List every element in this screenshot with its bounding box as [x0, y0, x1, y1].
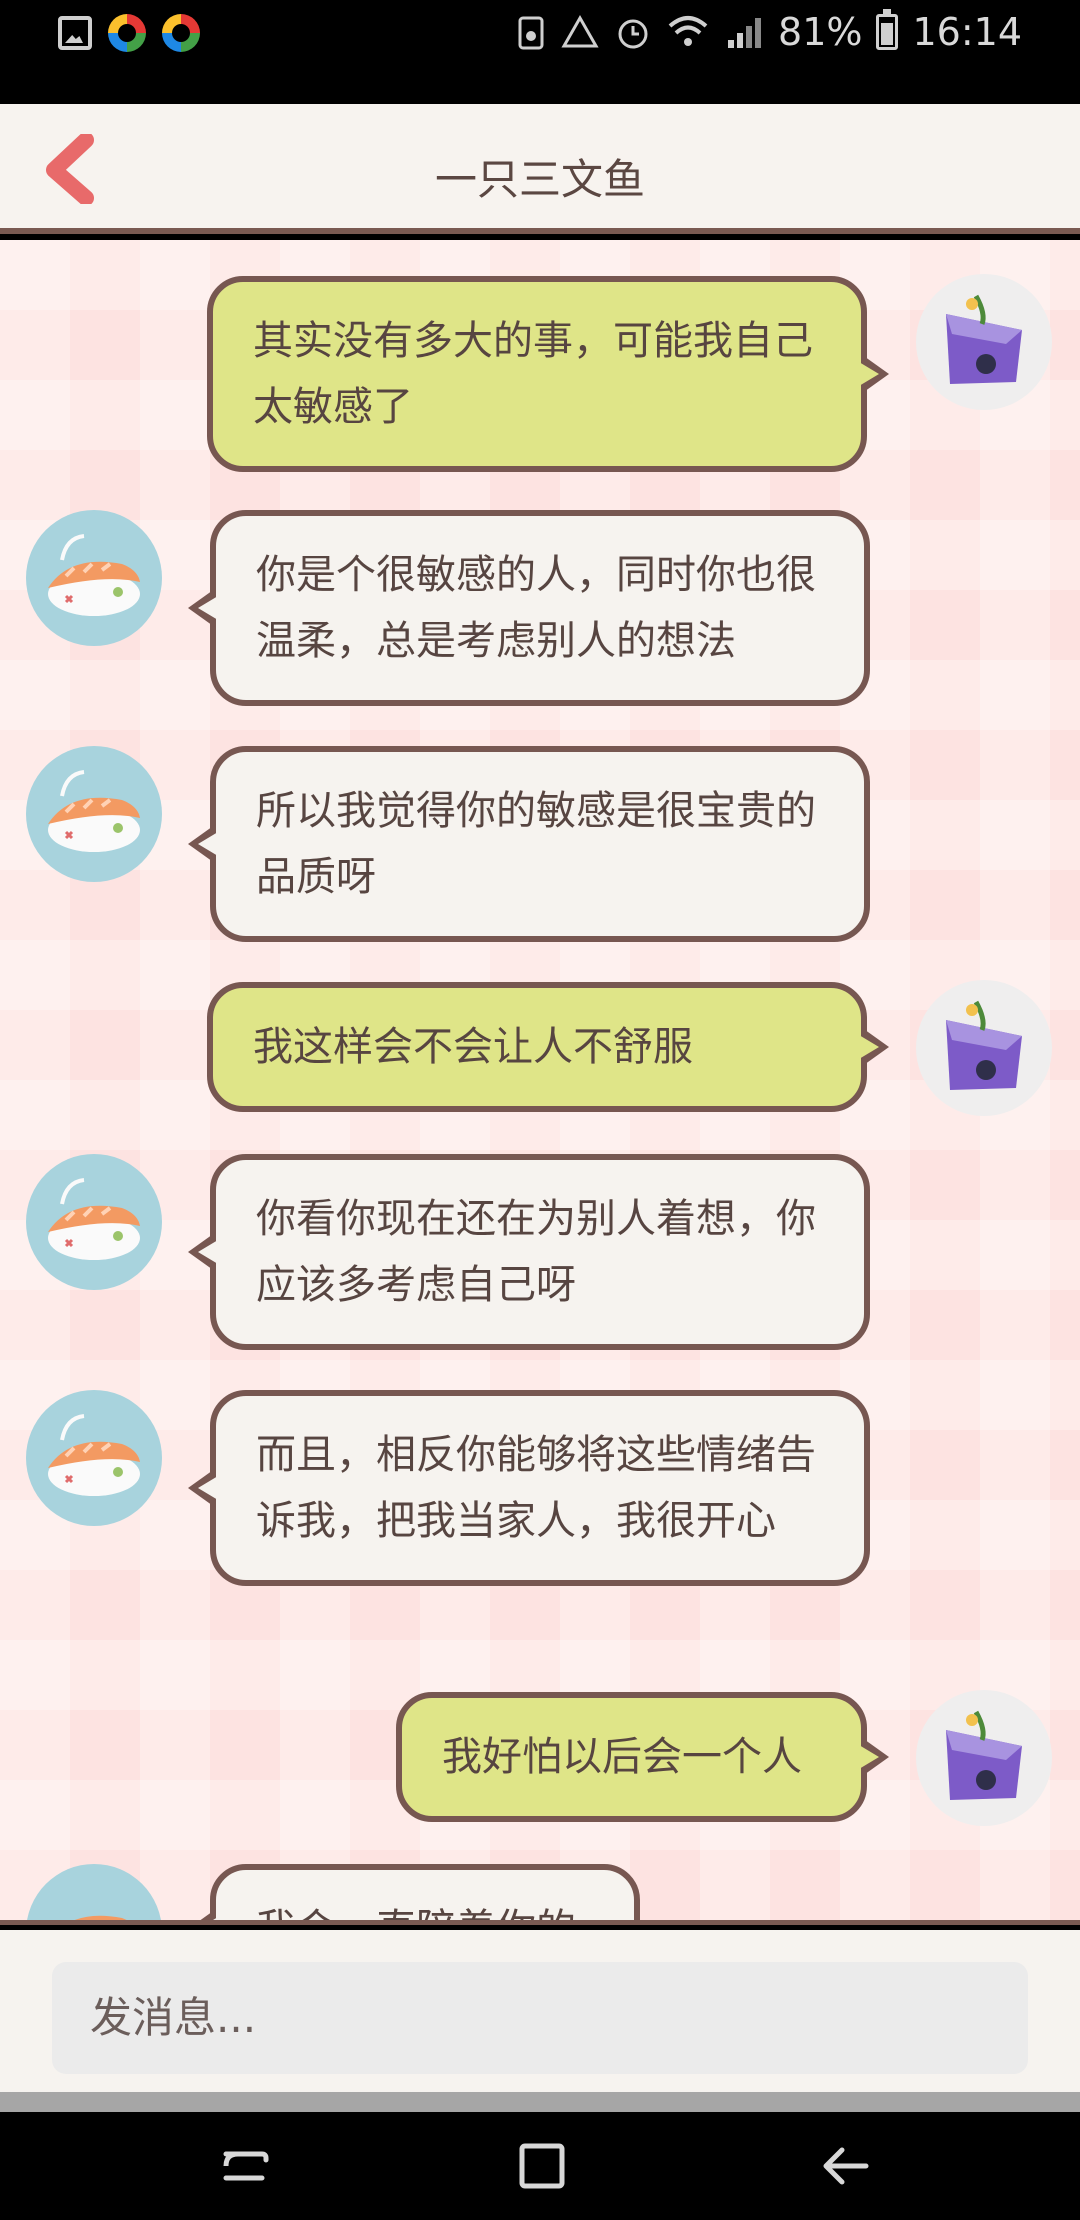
app-notification-icon: [108, 14, 146, 52]
bot-message-bubble[interactable]: 你是个很敏感的人，同时你也很温柔，总是考虑别人的想法: [210, 510, 870, 706]
status-notifications: [58, 14, 200, 52]
message-list[interactable]: 其实没有多大的事，可能我自己太敏感了 你是个很敏感的人，同时你也很温柔，总是考虑…: [0, 240, 1080, 1925]
message-row: 所以我觉得你的敏感是很宝贵的品质呀: [0, 746, 1080, 946]
battery-icon: [876, 9, 899, 50]
salmon-sushi-icon: [48, 1414, 140, 1496]
back-arrow-icon: [823, 2147, 869, 2185]
message-text: 所以我觉得你的敏感是很宝贵的品质呀: [256, 788, 816, 900]
message-row: 其实没有多大的事，可能我自己太敏感了: [0, 274, 1080, 474]
message-text: 你看你现在还在为别人着想，你应该多考虑自己呀: [256, 1196, 816, 1308]
alarm-icon: [618, 19, 648, 49]
user-message-bubble[interactable]: 其实没有多大的事，可能我自己太敏感了: [207, 276, 867, 472]
bot-avatar[interactable]: [26, 1154, 162, 1290]
bot-message-bubble[interactable]: 你看你现在还在为别人着想，你应该多考虑自己呀: [210, 1154, 870, 1350]
chat-header: 一只三文鱼: [0, 104, 1080, 234]
status-bar: 81% 16:14: [0, 0, 1080, 104]
chat-title: 一只三文鱼: [434, 155, 645, 204]
message-row: 你看你现在还在为别人着想，你应该多考虑自己呀: [0, 1154, 1080, 1354]
app-notification-icon: [162, 14, 200, 52]
user-message-bubble[interactable]: 我这样会不会让人不舒服: [207, 982, 867, 1112]
blueberry-cake-icon: [946, 294, 1022, 384]
home-icon: [519, 2143, 565, 2189]
wifi-icon: [668, 16, 708, 46]
message-row: 我好怕以后会一个人: [0, 1690, 1080, 1832]
user-avatar[interactable]: [916, 1690, 1052, 1826]
message-row: 我这样会不会让人不舒服: [0, 980, 1080, 1122]
message-row: 我会一直陪着你的: [0, 1864, 1080, 1920]
status-indicators: 81% 16:14: [516, 9, 1022, 54]
bot-avatar[interactable]: [26, 510, 162, 646]
message-text: 我会一直陪着你的: [256, 1906, 576, 1920]
blueberry-cake-icon: [946, 1000, 1022, 1090]
home-button[interactable]: [512, 2140, 572, 2192]
salmon-sushi-icon: [48, 770, 140, 852]
user-avatar[interactable]: [916, 274, 1052, 410]
composer: 发消息...: [0, 1930, 1080, 2092]
user-message-bubble[interactable]: 我好怕以后会一个人: [396, 1692, 867, 1822]
chat-screen: 81% 16:14 一只三文鱼 其实没有多大的事，可能我自己太敏感了 你是个很敏…: [0, 0, 1080, 2220]
message-row: 而且，相反你能够将这些情绪告诉我，把我当家人，我很开心: [0, 1390, 1080, 1660]
recent-apps-button[interactable]: [216, 2140, 276, 2192]
system-nav-bar: [0, 2112, 1080, 2220]
bot-message-bubble[interactable]: 而且，相反你能够将这些情绪告诉我，把我当家人，我很开心: [210, 1390, 870, 1586]
blueberry-cake-icon: [946, 1710, 1022, 1800]
message-text: 我这样会不会让人不舒服: [253, 1024, 693, 1070]
message-text: 我好怕以后会一个人: [442, 1734, 802, 1780]
back-nav-button[interactable]: [816, 2140, 876, 2192]
salmon-sushi-icon: [75, 1915, 127, 1920]
bot-message-bubble[interactable]: 我会一直陪着你的: [210, 1864, 640, 1920]
nfc-icon: [518, 16, 544, 50]
divider: [0, 2092, 1080, 2112]
signal-icon: [728, 18, 762, 48]
data-saver-icon: [561, 14, 599, 48]
message-text: 你是个很敏感的人，同时你也很温柔，总是考虑别人的想法: [256, 552, 816, 664]
user-avatar[interactable]: [916, 980, 1052, 1116]
gallery-notification-icon: [58, 16, 92, 50]
bot-message-bubble[interactable]: 所以我觉得你的敏感是很宝贵的品质呀: [210, 746, 870, 942]
message-row: 你是个很敏感的人，同时你也很温柔，总是考虑别人的想法: [0, 510, 1080, 710]
recent-apps-icon: [223, 2151, 269, 2181]
battery-percent: 81%: [778, 10, 863, 54]
message-text: 其实没有多大的事，可能我自己太敏感了: [253, 318, 813, 430]
message-input[interactable]: 发消息...: [52, 1962, 1028, 2074]
salmon-sushi-icon: [48, 534, 140, 616]
clock: 16:14: [912, 10, 1022, 54]
bot-avatar[interactable]: [26, 746, 162, 882]
message-text: 而且，相反你能够将这些情绪告诉我，把我当家人，我很开心: [256, 1432, 816, 1544]
salmon-sushi-icon: [48, 1178, 140, 1260]
bot-avatar[interactable]: [26, 1864, 162, 1920]
bot-avatar[interactable]: [26, 1390, 162, 1526]
